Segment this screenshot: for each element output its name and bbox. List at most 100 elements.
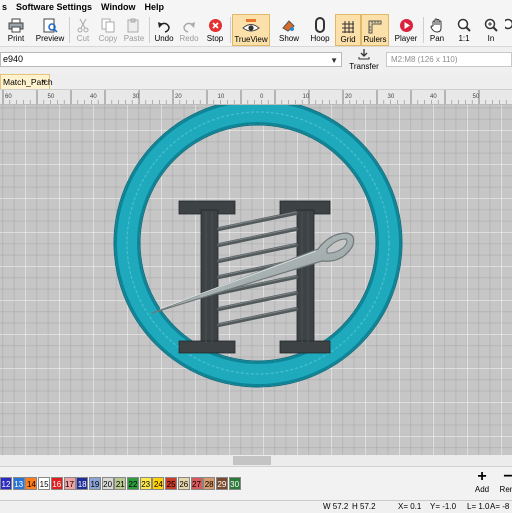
color-swatch[interactable]: 29	[215, 477, 228, 490]
design-name-value: e940	[3, 54, 24, 64]
horizontal-ruler: 6050403020100102030405060	[0, 90, 512, 105]
ruler-label: 40	[430, 94, 437, 100]
minus-icon: −	[503, 468, 512, 485]
show-dropdown[interactable]: Show	[274, 14, 304, 46]
preview-button[interactable]: Preview	[34, 14, 66, 46]
ruler-label: 0	[260, 94, 264, 100]
ruler-label: 20	[345, 94, 352, 100]
grid-icon	[341, 17, 355, 34]
color-swatch[interactable]: 30	[228, 477, 241, 490]
color-swatch[interactable]: 15	[38, 477, 51, 490]
hoop-icon	[314, 16, 326, 33]
chevron-down-icon[interactable]: ▼	[330, 54, 338, 67]
toolbar-separator	[423, 17, 424, 43]
print-button[interactable]: Print	[0, 14, 32, 46]
teal-ring	[113, 98, 403, 388]
menu-item-software-settings[interactable]: Software Settings	[12, 2, 97, 12]
zoom-in-button[interactable]: In	[479, 14, 503, 46]
menu-item-settings-partial[interactable]: s	[0, 2, 12, 12]
machine-hoop-field[interactable]: M2:M8 (126 x 110)	[386, 52, 512, 67]
horizontal-scrollbar[interactable]	[0, 455, 512, 466]
design-canvas[interactable]	[0, 98, 512, 455]
remove-color-button[interactable]: − Rem	[496, 469, 512, 499]
color-swatch[interactable]: 13	[12, 477, 25, 490]
zoom-actual-button[interactable]: 1:1	[452, 14, 476, 46]
document-tab-bar: Match_Patch ×	[0, 73, 512, 90]
paste-icon	[127, 16, 141, 33]
preview-icon	[42, 16, 58, 33]
ruler-ticks: 6050403020100102030405060	[2, 90, 507, 104]
color-swatch[interactable]: 21	[114, 477, 127, 490]
ruler-label: 60	[5, 94, 12, 100]
status-x: X= 0.1	[398, 502, 422, 511]
ruler-label: 10	[218, 94, 225, 100]
ruler-icon	[368, 17, 382, 34]
color-swatch[interactable]: 22	[127, 477, 139, 490]
scissors-icon	[76, 16, 90, 33]
color-swatch[interactable]: 17	[63, 477, 76, 490]
ruler-label: 50	[473, 94, 480, 100]
embroidery-design[interactable]	[0, 98, 512, 455]
color-swatch[interactable]: 18	[76, 477, 89, 490]
color-swatch[interactable]: 28	[203, 477, 216, 490]
transfer-button[interactable]: Transfer	[346, 47, 382, 73]
cut-button[interactable]: Cut	[71, 14, 95, 46]
color-swatch[interactable]: 19	[88, 477, 101, 490]
zoom-in-icon	[484, 16, 498, 33]
play-icon	[399, 16, 414, 33]
redo-button[interactable]: Redo	[177, 14, 201, 46]
scrollbar-thumb[interactable]	[233, 456, 271, 465]
color-swatch[interactable]: 14	[25, 477, 38, 490]
ruler-label: 50	[48, 94, 55, 100]
hand-icon	[430, 16, 444, 33]
menu-item-help[interactable]: Help	[140, 2, 169, 12]
color-swatch[interactable]: 23	[139, 477, 152, 490]
color-swatch[interactable]: 12	[0, 477, 12, 490]
copy-icon	[101, 16, 115, 33]
menu-bar: s Software Settings Window Help	[0, 0, 512, 14]
rulers-toggle[interactable]: Rulers	[361, 14, 389, 46]
pan-button[interactable]: Pan	[425, 14, 449, 46]
player-button[interactable]: Player	[391, 14, 421, 46]
status-bar: W 57.2 H 57.2 X= 0.1 Y= -1.0 L= 1.0 A= -…	[0, 500, 512, 513]
grid-toggle[interactable]: Grid	[335, 14, 361, 46]
toolbar-separator	[149, 17, 150, 43]
remove-label: Rem	[499, 485, 512, 494]
color-swatch[interactable]: 27	[190, 477, 203, 490]
plus-icon: +	[477, 468, 487, 485]
paste-button[interactable]: Paste	[121, 14, 147, 46]
ruler-label: 30	[388, 94, 395, 100]
stop-button[interactable]: Stop	[202, 14, 228, 46]
undo-icon	[157, 16, 171, 33]
menu-item-window[interactable]: Window	[97, 2, 140, 12]
status-y: Y= -1.0	[430, 502, 457, 511]
redo-icon	[182, 16, 196, 33]
zoom-out-icon	[505, 16, 512, 33]
color-swatch[interactable]: 20	[101, 477, 114, 490]
design-selector-row: e940 ▼ Transfer M2:M8 (126 x 110)	[0, 47, 512, 73]
zoom-out-button[interactable]	[505, 14, 512, 46]
design-name-combo[interactable]: e940 ▼	[0, 52, 342, 67]
status-length: L= 1.0	[467, 502, 490, 511]
copy-button[interactable]: Copy	[96, 14, 120, 46]
thread-color-palette: 12 13 14 15 16 17 18 19 20 21 22 23 24 25 26 27 28 29 30 +…	[0, 466, 512, 501]
color-swatch[interactable]: 24	[152, 477, 165, 490]
print-icon	[8, 16, 24, 33]
ruler-label: 40	[90, 94, 97, 100]
trueview-toggle[interactable]: TrueView	[232, 14, 270, 46]
color-swatch[interactable]: 26	[177, 477, 190, 490]
stop-icon	[208, 16, 223, 33]
magnifier-icon	[457, 16, 471, 33]
ruler-label: 10	[303, 94, 310, 100]
close-icon[interactable]: ×	[41, 75, 46, 89]
color-swatch[interactable]: 16	[50, 477, 63, 490]
transfer-label: Transfer	[349, 62, 379, 71]
color-swatch[interactable]: 25	[165, 477, 178, 490]
undo-button[interactable]: Undo	[151, 14, 177, 46]
ruler-label: 30	[133, 94, 140, 100]
hoop-button[interactable]: Hoop	[306, 14, 334, 46]
document-tab[interactable]: Match_Patch ×	[0, 74, 53, 89]
status-angle: A= -8	[490, 502, 510, 511]
toolbar-separator	[230, 17, 231, 43]
add-color-button[interactable]: + Add	[470, 469, 494, 499]
